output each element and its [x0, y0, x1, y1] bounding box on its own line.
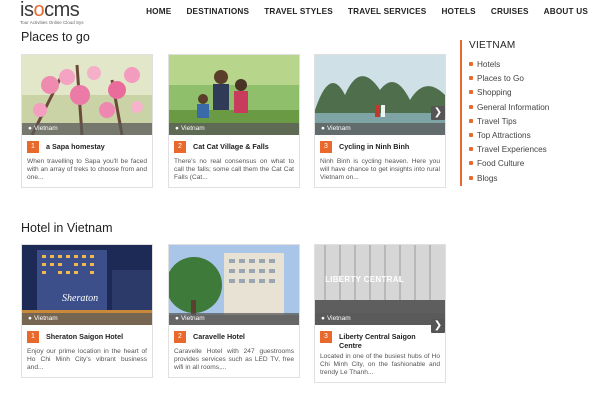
places-section-title: Places to go	[21, 30, 90, 44]
hotel-image-sheraton[interactable]: Sheraton ● Vietnam	[22, 245, 152, 325]
location-pin-icon: ●	[175, 125, 179, 132]
place-image-catcat[interactable]: ● Vietnam	[169, 55, 299, 135]
card-description: When travelling to Sapa you'll be faced …	[27, 158, 147, 182]
location-pin-icon: ●	[28, 315, 32, 322]
location-bar: ● Vietnam	[315, 313, 445, 325]
destination-sidebar: VIETNAM Hotels Places to Go Shopping Gen…	[460, 40, 590, 186]
nav-destinations[interactable]: DESTINATIONS	[186, 7, 249, 16]
location-bar: ● Vietnam	[315, 123, 445, 135]
bullet-icon	[469, 175, 473, 180]
sidebar-item-food-culture[interactable]: Food Culture	[469, 157, 590, 171]
sidebar-item-top-attractions[interactable]: Top Attractions	[469, 129, 590, 143]
location-bar: ● Vietnam	[169, 313, 299, 325]
hotels-section-title: Hotel in Vietnam	[21, 221, 113, 235]
sidebar-item-travel-experiences[interactable]: Travel Experiences	[469, 143, 590, 157]
bullet-icon	[469, 147, 473, 152]
card-title[interactable]: a Sapa homestay	[46, 141, 105, 151]
hotels-next-arrow-icon[interactable]: ❯	[431, 319, 445, 333]
card-title[interactable]: Cycling in Ninh Binh	[339, 141, 409, 151]
bullet-icon	[469, 76, 473, 81]
card-description: Enjoy our prime location in the heart of…	[27, 348, 147, 372]
bullet-icon	[469, 90, 473, 95]
bullet-icon	[469, 133, 473, 138]
bullet-icon	[469, 161, 473, 166]
card-number: 2	[174, 331, 186, 343]
sidebar-item-hotels[interactable]: Hotels	[469, 58, 590, 72]
sidebar-item-travel-tips[interactable]: Travel Tips	[469, 115, 590, 129]
place-card[interactable]: ● Vietnam 3 Cycling in Ninh Binh Ninh Bin…	[314, 54, 446, 188]
card-number: 3	[320, 141, 332, 153]
card-number: 1	[27, 141, 39, 153]
nav-travel-styles[interactable]: TRAVEL STYLES	[264, 7, 333, 16]
card-title[interactable]: Cat Cat Village & Falls	[193, 141, 269, 151]
hotel-image-liberty[interactable]: LIBERTY CENTRAL ● Vietnam	[315, 245, 445, 325]
location-pin-icon: ●	[175, 315, 179, 322]
sidebar-item-places-to-go[interactable]: Places to Go	[469, 72, 590, 86]
nav-cruises[interactable]: CRUISES	[491, 7, 529, 16]
location-bar: ● Vietnam	[22, 123, 152, 135]
location-pin-icon: ●	[28, 125, 32, 132]
sidebar-item-general-information[interactable]: General Information	[469, 101, 590, 115]
place-card[interactable]: ● Vietnam 2 Cat Cat Village & Falls There…	[168, 54, 300, 188]
card-description: There's no real consensus on what to cal…	[174, 158, 294, 182]
logo-wordmark: isocms	[20, 0, 80, 21]
location-bar: ● Vietnam	[22, 313, 152, 325]
hotel-card[interactable]: ● Vietnam 2 Caravelle Hotel Caravelle Hot…	[168, 244, 300, 378]
logo-tagline: Tour Activities Online Cloud Sys	[20, 20, 84, 25]
nav-hotels[interactable]: HOTELS	[441, 7, 475, 16]
card-title[interactable]: Caravelle Hotel	[193, 331, 245, 341]
places-next-arrow-icon[interactable]: ❯	[431, 106, 445, 120]
nav-travel-services[interactable]: TRAVEL SERVICES	[348, 7, 427, 16]
hotel-image-caravelle[interactable]: ● Vietnam	[169, 245, 299, 325]
card-title[interactable]: Liberty Central Saigon Centre	[339, 331, 440, 350]
location-pin-icon: ●	[321, 125, 325, 132]
card-number: 1	[27, 331, 39, 343]
hotel-sign-liberty: LIBERTY CENTRAL	[325, 275, 405, 284]
sidebar-item-shopping[interactable]: Shopping	[469, 86, 590, 100]
card-description: Caravelle Hotel with 247 guestrooms prov…	[174, 348, 294, 372]
hotel-card[interactable]: LIBERTY CENTRAL ● Vietnam 3 Liberty Centr…	[314, 244, 446, 383]
card-number: 3	[320, 331, 332, 343]
card-description: Ninh Binh is cycling heaven. Here you wi…	[320, 158, 440, 182]
nav-home[interactable]: HOME	[146, 7, 171, 16]
place-image-sapa[interactable]: ● Vietnam	[22, 55, 152, 135]
card-number: 2	[174, 141, 186, 153]
card-title[interactable]: Sheraton Saigon Hotel	[46, 331, 123, 341]
place-card[interactable]: ● Vietnam 1 a Sapa homestay When travelli…	[21, 54, 153, 188]
bullet-icon	[469, 118, 473, 123]
bullet-icon	[469, 104, 473, 109]
site-header: isocms Tour Activities Online Cloud Sys …	[0, 0, 600, 28]
place-image-ninhbinh[interactable]: ● Vietnam	[315, 55, 445, 135]
bullet-icon	[469, 62, 473, 66]
sidebar-item-blogs[interactable]: Blogs	[469, 172, 590, 186]
card-description: Located in one of the busiest hubs of Ho…	[320, 353, 440, 377]
sidebar-title: VIETNAM	[469, 40, 516, 51]
site-logo[interactable]: isocms Tour Activities Online Cloud Sys	[20, 0, 90, 27]
location-bar: ● Vietnam	[169, 123, 299, 135]
hotel-sign-sheraton: Sheraton	[62, 293, 99, 304]
location-pin-icon: ●	[321, 315, 325, 322]
hotel-card[interactable]: Sheraton ● Vietnam 1 Sheraton Saigon Hote…	[21, 244, 153, 378]
main-nav: HOME DESTINATIONS TRAVEL STYLES TRAVEL S…	[131, 7, 588, 16]
nav-about-us[interactable]: ABOUT US	[544, 7, 588, 16]
